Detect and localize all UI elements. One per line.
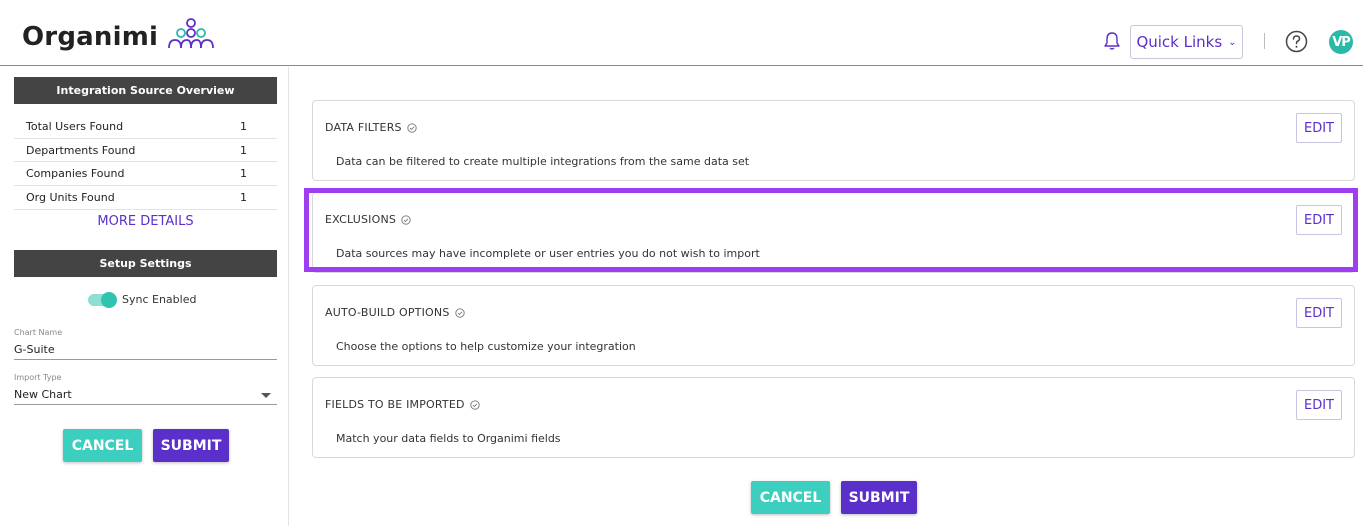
more-details-link[interactable]: MORE DETAILS xyxy=(14,214,277,229)
import-type-select[interactable]: New Chart xyxy=(14,388,277,405)
toggle-knob xyxy=(101,291,117,308)
dropdown-caret-icon xyxy=(261,393,271,398)
stat-row: Total Users Found 1 xyxy=(14,115,277,139)
sync-toggle-row: Sync Enabled xyxy=(88,291,197,308)
card-title-text: FIELDS TO BE IMPORTED xyxy=(325,398,465,411)
left-sidebar: Integration Source Overview Total Users … xyxy=(0,67,289,526)
header-divider xyxy=(1264,33,1265,49)
help-icon[interactable] xyxy=(1285,30,1308,53)
user-avatar[interactable]: VP xyxy=(1329,30,1353,54)
stats-list: Total Users Found 1 Departments Found 1 … xyxy=(14,115,277,210)
card-title: FIELDS TO BE IMPORTED xyxy=(325,398,480,411)
check-circle-icon xyxy=(470,399,480,410)
stat-value: 1 xyxy=(240,119,247,133)
chart-name-label: Chart Name xyxy=(14,328,63,337)
logo-text: Organimi xyxy=(22,22,159,52)
stat-label: Companies Found xyxy=(26,167,125,181)
import-type-value: New Chart xyxy=(14,388,72,401)
stat-row: Companies Found 1 xyxy=(14,162,277,187)
chart-name-field[interactable]: G-Suite xyxy=(14,343,277,360)
stat-value: 1 xyxy=(240,167,247,181)
card-data-filters: DATA FILTERS Data can be filtered to cre… xyxy=(312,100,1355,181)
stat-row: Departments Found 1 xyxy=(14,139,277,163)
main-submit-button[interactable]: SUBMIT xyxy=(841,481,917,514)
stat-value: 1 xyxy=(240,143,247,157)
quick-links-label: Quick Links xyxy=(1136,33,1223,51)
card-fields-to-be-imported: FIELDS TO BE IMPORTED Match your data fi… xyxy=(312,377,1355,458)
import-type-label: Import Type xyxy=(14,373,62,382)
check-circle-icon xyxy=(454,307,465,318)
organimi-logo[interactable]: Organimi xyxy=(22,18,216,52)
check-circle-icon xyxy=(407,122,417,133)
card-title: AUTO-BUILD OPTIONS xyxy=(325,306,465,319)
card-description: Choose the options to help customize you… xyxy=(336,340,636,353)
org-chart-logo-icon xyxy=(168,18,215,49)
main-cancel-button[interactable]: CANCEL xyxy=(751,481,830,514)
sync-toggle[interactable] xyxy=(88,291,117,308)
sync-label: Sync Enabled xyxy=(122,293,197,306)
stat-label: Departments Found xyxy=(26,143,136,157)
app-header: Organimi Quick Links ⌄ VP xyxy=(0,0,1363,66)
card-auto-build-options: AUTO-BUILD OPTIONS Choose the options to… xyxy=(312,285,1355,366)
notifications-bell-icon[interactable] xyxy=(1102,31,1122,51)
sidebar-submit-button[interactable]: SUBMIT xyxy=(153,429,229,462)
quick-links-dropdown[interactable]: Quick Links ⌄ xyxy=(1130,25,1243,59)
edit-button[interactable]: EDIT xyxy=(1296,113,1342,143)
card-description: Data can be filtered to create multiple … xyxy=(336,155,750,168)
stat-label: Org Units Found xyxy=(26,190,115,204)
stat-row: Org Units Found 1 xyxy=(14,186,277,210)
stat-label: Total Users Found xyxy=(26,119,124,133)
stat-value: 1 xyxy=(240,190,247,204)
integration-overview-header: Integration Source Overview xyxy=(14,77,277,104)
sidebar-cancel-button[interactable]: CANCEL xyxy=(63,429,142,462)
card-title-text: AUTO-BUILD OPTIONS xyxy=(325,306,450,319)
card-title: DATA FILTERS xyxy=(325,121,417,134)
setup-settings-header: Setup Settings xyxy=(14,250,277,277)
exclusions-highlight-frame xyxy=(304,188,1358,272)
edit-button[interactable]: EDIT xyxy=(1296,390,1342,420)
chevron-down-icon: ⌄ xyxy=(1228,36,1237,48)
edit-button[interactable]: EDIT xyxy=(1296,298,1342,328)
card-title-text: DATA FILTERS xyxy=(325,121,402,134)
card-description: Match your data fields to Organimi field… xyxy=(336,432,561,445)
